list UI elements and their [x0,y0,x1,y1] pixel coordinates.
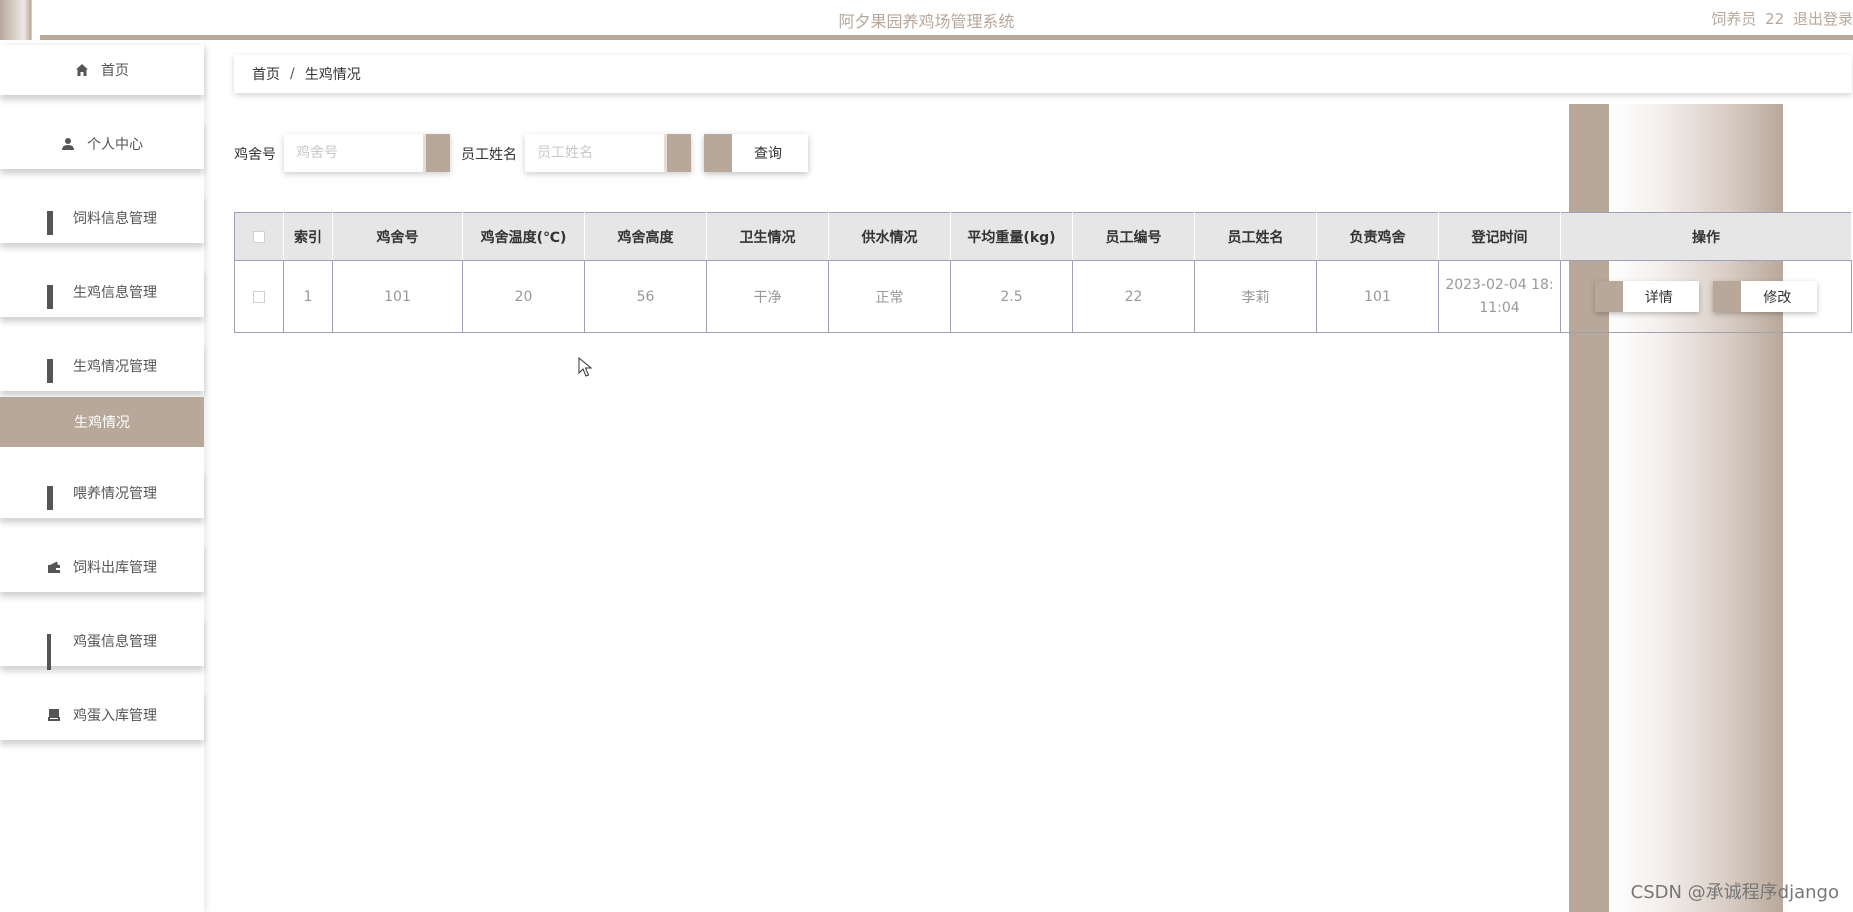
breadcrumb-separator: / [290,66,295,82]
user-area: 饲养员 22 退出登录 [1707,8,1853,29]
mouse-cursor-icon [578,357,592,377]
user-id: 22 [1765,10,1785,28]
sidebar-item-feed-outbound[interactable]: 饲料出库管理 [0,542,204,592]
sidebar-item-label: 饲料信息管理 [73,211,157,227]
sidebar-item-egg-inbound[interactable]: 鸡蛋入库管理 [0,690,204,740]
edit-button-label: 修改 [1763,289,1792,306]
query-button-label: 查询 [754,146,782,162]
cell-temperature: 20 [462,260,585,333]
grid-icon [47,359,61,383]
select-all-checkbox[interactable] [253,230,265,243]
cell-height: 56 [584,260,707,333]
col-header: 供水情况 [828,212,951,261]
grid-icon [47,285,61,309]
sidebar-item-label: 鸡蛋入库管理 [73,708,157,724]
sidebar-item-egg-info[interactable]: 鸡蛋信息管理 [0,616,204,670]
cell-hygiene: 干净 [706,260,829,333]
button-accent [1713,281,1742,312]
app-title: 阿夕果园养鸡场管理系统 [838,12,1015,31]
sidebar: 首页 个人中心 饲料信息管理 生鸡信息管理 生鸡情况管理 生鸡情况 喂养情况管理… [0,45,204,912]
col-header: 操作 [1560,212,1852,261]
col-header: 鸡舍号 [332,212,463,261]
row-select-cell [234,260,284,333]
sidebar-item-label: 首页 [101,63,129,79]
coop-label: 鸡舍号 [234,147,276,163]
coop-input[interactable] [284,134,434,172]
watermark: CSDN @承诚程序django [1630,882,1839,903]
grid-icon [47,211,61,235]
breadcrumb-home[interactable]: 首页 [252,64,280,84]
button-accent [1594,281,1623,312]
sidebar-item-label: 个人中心 [87,137,143,153]
cell-index: 1 [283,260,333,333]
breadcrumb-current: 生鸡情况 [304,67,361,83]
row-checkbox[interactable] [253,290,265,303]
home-icon [75,63,89,77]
coop-input-wrapper [284,134,450,172]
col-header: 登记时间 [1438,212,1561,261]
col-header: 卫生情况 [706,212,829,261]
col-header: 鸡舍温度(℃) [462,212,585,261]
col-header: 员工姓名 [1194,212,1317,261]
cell-coop: 101 [332,260,463,333]
cell-weight: 2.5 [950,260,1073,333]
user-icon [61,137,75,151]
sidebar-item-label: 生鸡信息管理 [73,285,157,301]
cell-staff-name: 李莉 [1194,260,1317,333]
sidebar-item-label: 喂养情况管理 [73,486,157,502]
cell-water: 正常 [828,260,951,333]
grid9-icon [47,634,61,670]
edit-button[interactable]: 修改 [1713,281,1818,312]
input-accent [423,134,450,172]
query-button[interactable]: 查询 [704,134,808,172]
chicken-status-table: 索引 鸡舍号 鸡舍温度(℃) 鸡舍高度 卫生情况 供水情况 平均重量(kg) 员… [234,212,1852,333]
sidebar-item-chicken-info[interactable]: 生鸡信息管理 [0,267,204,317]
top-bar: 阿夕果园养鸡场管理系统 饲养员 22 退出登录 [0,0,1853,40]
cell-actions: 详情 修改 [1560,260,1852,333]
logout-link[interactable]: 退出登录 [1793,10,1853,28]
staff-name-label: 员工姓名 [461,147,517,163]
sidebar-item-label: 生鸡情况管理 [73,359,157,375]
cell-staff-no: 22 [1072,260,1195,333]
printer-icon [47,708,61,722]
sidebar-item-profile[interactable]: 个人中心 [0,119,204,169]
cell-register-time: 2023-02-04 18:11:04 [1438,260,1561,333]
detail-button-label: 详情 [1644,289,1673,306]
breadcrumb: 首页 / 生鸡情况 [234,55,1852,93]
sidebar-item-home[interactable]: 首页 [0,45,204,95]
table-row: 1 101 20 56 干净 正常 2.5 22 李莉 101 2023-02-… [234,260,1852,333]
col-header: 负责鸡舍 [1316,212,1439,261]
col-header: 平均重量(kg) [950,212,1073,261]
grid-icon [47,486,61,510]
sidebar-item-feeding-mgmt[interactable]: 喂养情况管理 [0,468,204,518]
select-all-header[interactable] [234,212,284,261]
col-header: 索引 [283,212,333,261]
sidebar-subitem-chicken-status[interactable]: 生鸡情况 [0,397,204,447]
user-role: 饲养员 [1711,10,1757,28]
wallet-icon [47,560,61,574]
sidebar-item-label: 饲料出库管理 [73,560,157,576]
detail-button[interactable]: 详情 [1594,281,1699,312]
sidebar-item-feed-info[interactable]: 饲料信息管理 [0,193,204,243]
sidebar-item-label: 鸡蛋信息管理 [73,634,157,650]
sidebar-item-chicken-status-mgmt[interactable]: 生鸡情况管理 [0,341,204,391]
button-accent [704,134,732,172]
cell-responsible-coop: 101 [1316,260,1439,333]
table-header-row: 索引 鸡舍号 鸡舍温度(℃) 鸡舍高度 卫生情况 供水情况 平均重量(kg) 员… [234,212,1852,261]
sidebar-item-label: 生鸡情况 [74,415,130,431]
staff-input-wrapper [525,134,691,172]
col-header: 员工编号 [1072,212,1195,261]
staff-name-input[interactable] [525,134,675,172]
input-accent [664,134,691,172]
col-header: 鸡舍高度 [584,212,707,261]
